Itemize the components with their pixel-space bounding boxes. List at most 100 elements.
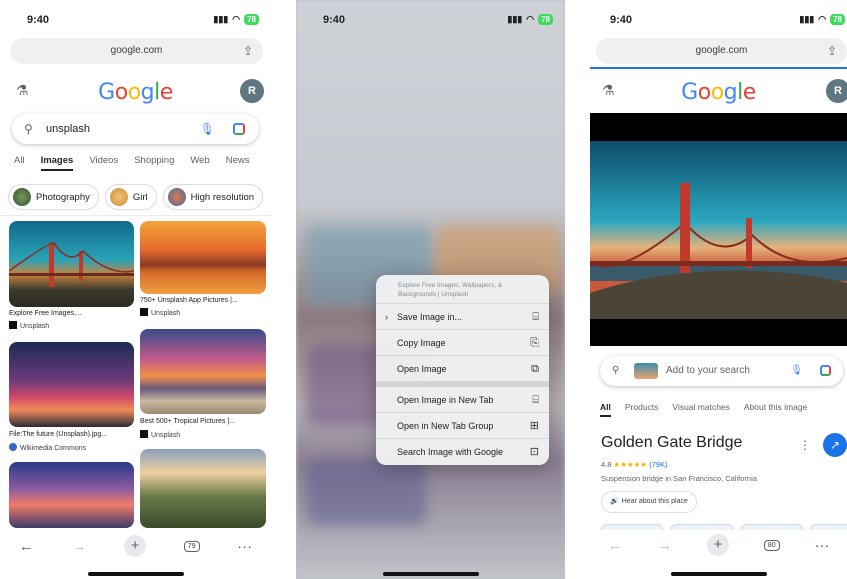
google-logo: Google — [681, 80, 756, 105]
star-icons: ★★★★★ — [613, 460, 648, 469]
bridge-thumbnail — [9, 242, 134, 287]
more-vert-icon[interactable]: ⋮ — [799, 438, 811, 452]
image-context-menu: Explore Free Images, Wallpapers, & Backg… — [376, 275, 549, 465]
share-icon[interactable]: ⇪ — [827, 38, 837, 64]
menu-item-open-image[interactable]: Open Image ⧉ — [376, 356, 549, 382]
google-logo: Google — [98, 80, 173, 105]
unsplash-icon — [140, 308, 148, 316]
chip-girl[interactable]: Girl — [104, 184, 157, 210]
share-button-icon[interactable]: ↗ — [823, 433, 847, 457]
address-bar[interactable]: google.com ⇪ — [596, 38, 847, 64]
lens-tabs: All Products Visual matches About this i… — [600, 402, 847, 417]
search-box[interactable]: ⚲ unsplash 🎙 — [12, 114, 259, 144]
home-indicator — [670, 572, 767, 576]
knowledge-title[interactable]: Golden Gate Bridge — [601, 434, 742, 452]
tab-products[interactable]: Products — [625, 402, 659, 417]
url-text: google.com — [695, 45, 748, 56]
lens-icon[interactable] — [820, 365, 831, 376]
tab-group-icon: ⊞ — [529, 420, 539, 432]
back-arrow-icon[interactable]: ← — [19, 538, 34, 555]
share-icon[interactable]: ⇪ — [243, 38, 253, 64]
avatar[interactable]: R — [240, 79, 264, 103]
tab-images[interactable]: Images — [40, 155, 74, 171]
tab-all[interactable]: All — [600, 402, 611, 417]
new-tab-plus-icon[interactable]: + — [707, 534, 730, 556]
search-box[interactable]: ⚲ Add to your search 🎙 — [600, 356, 843, 386]
save-image-icon: ⌸ — [532, 311, 539, 323]
chip-high-resolution[interactable]: High resolution — [162, 184, 264, 210]
avatar[interactable]: R — [826, 79, 847, 103]
chip-thumbnail — [13, 188, 31, 206]
menu-item-search-google[interactable]: Search Image with Google ⊡ — [376, 439, 549, 465]
result-image[interactable] — [140, 221, 266, 294]
tab-news[interactable]: News — [226, 155, 250, 171]
lens-search-icon: ⊡ — [529, 446, 539, 458]
blurred-thumbnail — [306, 460, 426, 525]
menu-item-open-new-tab[interactable]: Open Image in New Tab ⌸ — [376, 387, 549, 413]
search-icon: ⚲ — [612, 365, 620, 376]
result-image[interactable] — [9, 342, 134, 427]
golden-gate-photo[interactable] — [590, 113, 847, 346]
tab-shopping[interactable]: Shopping — [134, 155, 174, 171]
result-image[interactable] — [140, 329, 266, 414]
address-bar[interactable]: google.com ⇪ — [10, 38, 263, 64]
result-source: Unsplash — [140, 430, 180, 439]
battery-icon: 78 — [830, 14, 845, 25]
result-caption[interactable]: Explore Free Images,... — [9, 310, 82, 317]
menu-item-open-tab-group[interactable]: Open in New Tab Group ⊞ — [376, 413, 549, 439]
search-query[interactable]: unsplash — [46, 114, 90, 144]
rating: 4.8 ★★★★★ (79K) — [601, 460, 668, 469]
back-arrow-icon[interactable]: ← — [607, 537, 622, 554]
result-image[interactable] — [9, 462, 134, 528]
menu-item-copy-image[interactable]: Copy Image ⎘ — [376, 330, 549, 356]
image-thumbnail — [634, 363, 658, 379]
result-image[interactable] — [140, 449, 266, 528]
tab-videos[interactable]: Videos — [89, 155, 118, 171]
more-dots-icon[interactable]: ··· — [237, 538, 252, 555]
status-bar: 9:40 ▮▮▮ ◠ 78 — [0, 12, 271, 28]
result-caption[interactable]: 750+ Unsplash App Pictures |... — [140, 297, 238, 304]
hear-about-button[interactable]: 🔊 Hear about this place — [601, 491, 697, 513]
battery-icon: 78 — [244, 14, 259, 25]
menu-item-label: Open Image in New Tab — [397, 395, 494, 405]
bottom-toolbar: ← → + 80 ··· — [590, 530, 847, 560]
chip-label: Photography — [36, 191, 90, 203]
phone-google-images: 9:40 ▮▮▮ ◠ 78 google.com ⇪ ⚗ Google R ⚲ … — [0, 0, 271, 579]
result-caption[interactable]: File:The future (Unsplash).jpg... — [9, 431, 107, 438]
result-caption[interactable]: Best 500+ Tropical Pictures |... — [140, 418, 235, 425]
add-to-search-input[interactable]: Add to your search — [666, 356, 750, 386]
signal-icon: ▮▮▮ — [507, 14, 523, 24]
signal-icon: ▮▮▮ — [799, 14, 815, 24]
rating-count[interactable]: (79K) — [649, 460, 667, 469]
tab-visual-matches[interactable]: Visual matches — [672, 402, 729, 417]
result-source: Wikimedia Commons — [9, 443, 86, 452]
lens-icon[interactable] — [233, 123, 245, 135]
tab-web[interactable]: Web — [190, 155, 209, 171]
wikimedia-icon — [9, 443, 17, 451]
result-image[interactable] — [9, 221, 134, 307]
forward-arrow-icon[interactable]: → — [71, 538, 86, 555]
status-time: 9:40 — [610, 14, 633, 26]
mic-icon[interactable]: 🎙 — [790, 356, 803, 386]
more-dots-icon[interactable]: ··· — [815, 537, 830, 554]
filter-chips: Photography Girl High resolution — [8, 184, 271, 210]
menu-item-label: Copy Image — [397, 338, 446, 348]
wifi-icon: ◠ — [526, 14, 535, 24]
home-indicator — [382, 572, 479, 576]
tab-count-button[interactable]: 79 — [183, 540, 200, 552]
rating-value: 4.8 — [601, 460, 612, 469]
status-icons: ▮▮▮ ◠ 78 — [799, 14, 845, 25]
search-tabs: All Images Videos Shopping Web News — [14, 155, 271, 171]
new-tab-plus-icon[interactable]: + — [124, 535, 147, 557]
menu-item-save-image[interactable]: › Save Image in... ⌸ — [376, 304, 549, 330]
mic-icon[interactable]: 🎙 — [200, 114, 215, 144]
tab-about-image[interactable]: About this image — [744, 402, 807, 417]
chip-photography[interactable]: Photography — [8, 184, 99, 210]
status-bar: 9:40 ▮▮▮ ◠ 78 — [590, 12, 847, 28]
tab-all[interactable]: All — [14, 155, 25, 171]
tab-count-button[interactable]: 80 — [763, 539, 780, 551]
wifi-icon: ◠ — [818, 14, 827, 24]
home-indicator — [87, 572, 184, 576]
forward-arrow-icon[interactable]: → — [657, 537, 672, 554]
progress-bar — [590, 67, 847, 69]
